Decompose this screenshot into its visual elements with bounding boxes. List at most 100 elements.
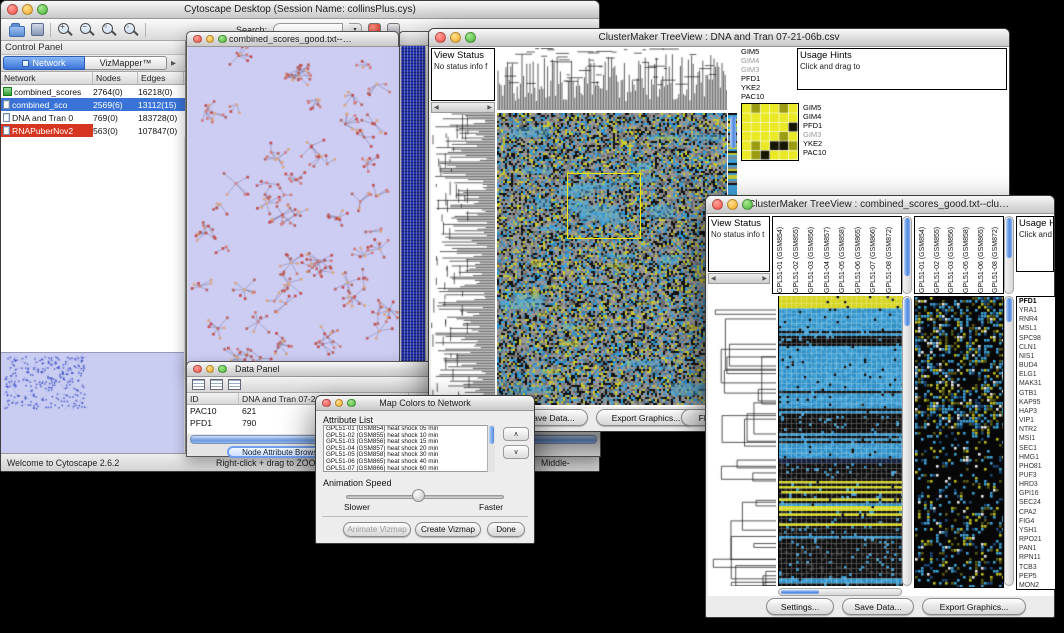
column-label[interactable]: GPL51-05 (GSM858) bbox=[959, 217, 974, 293]
attribute-table-icon[interactable] bbox=[192, 379, 205, 390]
save-data-button[interactable]: Save Data... bbox=[842, 598, 914, 615]
close-button[interactable] bbox=[193, 35, 202, 44]
network-list-row[interactable]: combined_sco 2569(6) 13112(15) bbox=[1, 98, 185, 111]
gene-label[interactable]: CLN1 bbox=[1017, 343, 1055, 352]
column-header[interactable]: Nodes bbox=[93, 72, 138, 84]
treeview-combined-titlebar[interactable]: ClusterMaker TreeView : combined_scores_… bbox=[706, 196, 1054, 214]
column-label[interactable]: GPL51-05 (GSM858) bbox=[835, 217, 851, 293]
gene-label[interactable]: BUD4 bbox=[1017, 361, 1055, 370]
gene-label[interactable]: SEC1 bbox=[1017, 444, 1055, 453]
scrollbar-thumb[interactable] bbox=[489, 426, 494, 444]
gene-label[interactable]: NTR2 bbox=[1017, 425, 1055, 434]
mini-scrollbar[interactable]: ◀ ▶ bbox=[708, 273, 770, 284]
minimize-button[interactable] bbox=[206, 365, 215, 374]
tab-overflow-icon[interactable]: ▶ bbox=[171, 59, 176, 67]
close-button[interactable] bbox=[322, 399, 331, 408]
zoom-out-icon[interactable]: − bbox=[79, 22, 95, 38]
zoom-in-icon[interactable]: + bbox=[57, 22, 73, 38]
network-list-row[interactable]: RNAPuberNov2 563(0) 107847(0) bbox=[1, 124, 185, 137]
gene-label[interactable]: VIP1 bbox=[1017, 416, 1055, 425]
column-label[interactable]: GPL51-04 (GSM857) bbox=[820, 217, 836, 293]
settings-button[interactable]: Settings... bbox=[766, 598, 834, 615]
scroll-left-icon[interactable]: ◀ bbox=[434, 104, 439, 111]
speed-slider-knob[interactable] bbox=[412, 489, 425, 502]
column-header[interactable]: ID bbox=[187, 393, 239, 404]
create-vizmap-button[interactable]: Create Vizmap bbox=[415, 522, 481, 537]
column-label[interactable]: GPL51-08 (GSM872) bbox=[988, 217, 1003, 293]
attribute-list[interactable]: GPL51-01 (GSM854) heat shock 05 minGPL51… bbox=[323, 425, 495, 472]
correlation-matrix[interactable] bbox=[741, 103, 799, 161]
gene-label[interactable]: YSH1 bbox=[1017, 526, 1055, 535]
heatmap-canvas[interactable] bbox=[497, 113, 727, 405]
gene-label[interactable]: SPC98 bbox=[1017, 334, 1055, 343]
horizontal-scrollbar[interactable] bbox=[778, 588, 902, 596]
close-button[interactable] bbox=[7, 4, 18, 15]
animate-vizmap-button[interactable]: Animate Vizmap bbox=[343, 522, 411, 537]
gene-label[interactable]: GPI16 bbox=[1017, 489, 1055, 498]
network-overview-thumbnail[interactable] bbox=[1, 352, 184, 456]
scroll-right-icon[interactable]: ▶ bbox=[762, 275, 767, 282]
open-folder-icon[interactable] bbox=[9, 26, 25, 37]
column-label[interactable]: GPL51-08 (GSM872) bbox=[882, 217, 898, 293]
scrollbar-thumb[interactable] bbox=[781, 590, 819, 594]
column-label[interactable]: GPL51-06 (GSM865) bbox=[974, 217, 989, 293]
gene-label[interactable]: HRD3 bbox=[1017, 480, 1055, 489]
gene-label[interactable]: PAN1 bbox=[1017, 544, 1055, 553]
gene-label[interactable]: YRA1 bbox=[1017, 306, 1055, 315]
gene-label[interactable]: CPA2 bbox=[1017, 508, 1055, 517]
gene-label[interactable]: MSL1 bbox=[1017, 324, 1055, 333]
tab-network[interactable]: Network bbox=[3, 56, 85, 70]
save-icon[interactable] bbox=[31, 23, 44, 36]
scrollbar-thumb[interactable] bbox=[1006, 298, 1012, 322]
mini-scrollbar[interactable]: ◀ ▶ bbox=[431, 102, 495, 113]
column-label[interactable]: GPL51-02 (GSM855) bbox=[930, 217, 945, 293]
zoom-fit-icon[interactable]: ▫ bbox=[101, 22, 117, 38]
minimize-button[interactable] bbox=[22, 4, 33, 15]
column-label[interactable]: GPL51-07 (GSM866) bbox=[866, 217, 882, 293]
column-label[interactable]: GPL51-03 (GSM856) bbox=[944, 217, 959, 293]
dense-network-view[interactable] bbox=[401, 46, 425, 367]
maximize-button[interactable] bbox=[37, 4, 48, 15]
row-dendrogram[interactable] bbox=[431, 113, 495, 405]
zoom-selected-icon[interactable]: ◦ bbox=[123, 22, 139, 38]
minimize-button[interactable] bbox=[335, 399, 344, 408]
scrollbar[interactable] bbox=[1004, 296, 1014, 586]
minimize-button[interactable] bbox=[206, 35, 215, 44]
close-button[interactable] bbox=[193, 365, 202, 374]
speed-slider-track[interactable] bbox=[346, 495, 504, 499]
gene-label[interactable]: PUF3 bbox=[1017, 471, 1055, 480]
minimize-button[interactable] bbox=[450, 32, 461, 43]
gene-label[interactable]: PFD1 bbox=[1017, 297, 1055, 306]
row-dendrogram[interactable] bbox=[708, 296, 776, 586]
maximize-button[interactable] bbox=[218, 365, 227, 374]
gene-label[interactable]: RPO21 bbox=[1017, 535, 1055, 544]
gene-label[interactable]: PHO81 bbox=[1017, 462, 1055, 471]
close-button[interactable] bbox=[712, 199, 723, 210]
scrollbar-thumb[interactable] bbox=[904, 298, 910, 326]
array-label[interactable]: PAC10 bbox=[741, 93, 787, 102]
secondary-heatmap-canvas[interactable] bbox=[914, 296, 1004, 588]
attribute-item[interactable]: GPL51-07 (GSM866) heat shock 60 min bbox=[324, 466, 494, 472]
gene-label[interactable]: HAP3 bbox=[1017, 407, 1055, 416]
tab-vizmapper[interactable]: VizMapper™ bbox=[85, 56, 167, 70]
maximize-button[interactable] bbox=[742, 199, 753, 210]
main-titlebar[interactable]: Cytoscape Desktop (Session Name: collins… bbox=[1, 1, 599, 19]
scroll-left-icon[interactable]: ◀ bbox=[711, 275, 716, 282]
scrollbar-thumb[interactable] bbox=[904, 218, 910, 276]
dialog-titlebar[interactable]: Map Colors to Network bbox=[316, 396, 534, 411]
move-up-button[interactable]: ∧ bbox=[503, 427, 529, 441]
column-label[interactable]: GPL51-01 (GSM854) bbox=[915, 217, 930, 293]
heatmap-canvas[interactable] bbox=[778, 296, 903, 586]
gene-label[interactable]: RNR4 bbox=[1017, 315, 1055, 324]
maximize-button[interactable] bbox=[465, 32, 476, 43]
gene-label[interactable]: SEC24 bbox=[1017, 498, 1055, 507]
attribute-functions-icon[interactable] bbox=[228, 379, 241, 390]
select-attributes-icon[interactable] bbox=[210, 379, 223, 390]
network-list-row[interactable]: DNA and Tran 0 769(0) 183728(0) bbox=[1, 111, 185, 124]
gene-label[interactable]: GTB1 bbox=[1017, 389, 1055, 398]
gene-label[interactable]: RPN11 bbox=[1017, 553, 1055, 562]
minimize-button[interactable] bbox=[727, 199, 738, 210]
move-down-button[interactable]: ∨ bbox=[503, 445, 529, 459]
matrix-label[interactable]: PAC10 bbox=[803, 149, 843, 158]
gene-label[interactable]: MAK31 bbox=[1017, 379, 1055, 388]
